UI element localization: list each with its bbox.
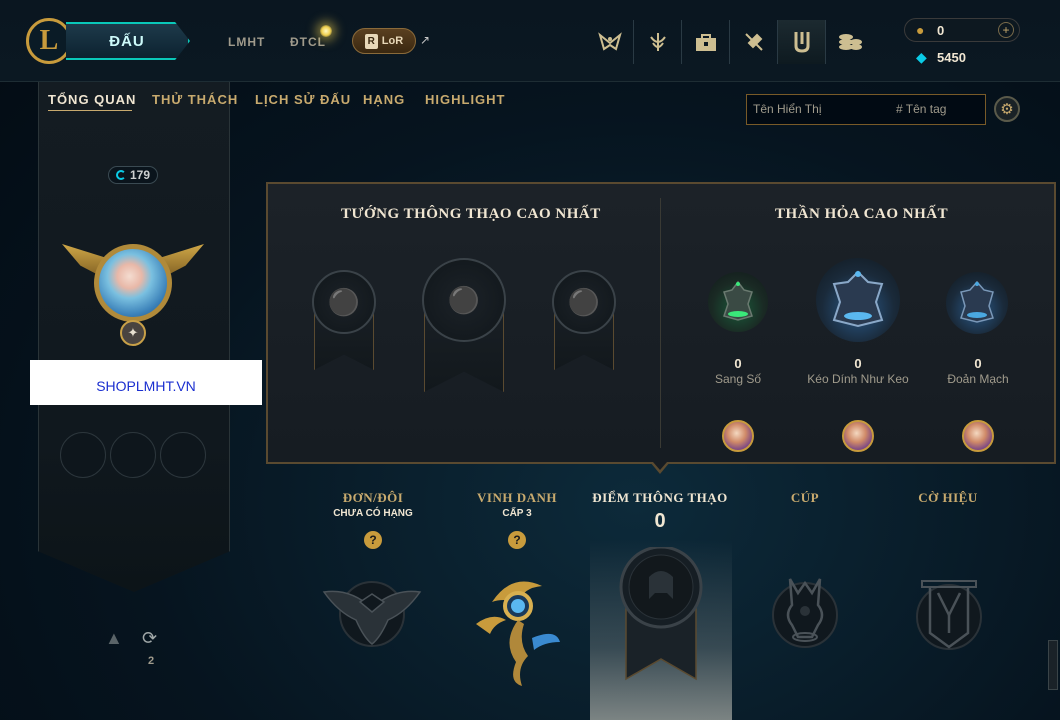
settings-gear-icon[interactable]: ⚙ xyxy=(994,96,1020,122)
blue-essence-value: 5450 xyxy=(937,50,966,65)
token-slot-2[interactable] xyxy=(110,432,156,478)
top-eternals-title: THẦN HỎA CAO NHẤT xyxy=(775,206,949,222)
helmet-icon: ⚫ xyxy=(567,286,601,317)
tab-overview[interactable]: TỔNG QUAN xyxy=(48,92,136,107)
eternal-trophy-1-icon[interactable] xyxy=(708,272,768,332)
tab-ranked[interactable]: HẠNG xyxy=(363,92,405,107)
riot-points-icon: ● xyxy=(916,22,925,38)
scrollbar[interactable] xyxy=(1048,640,1058,690)
mastery-score-title[interactable]: ĐIỂM THÔNG THẠO xyxy=(590,490,730,506)
summoner-level: 179 xyxy=(129,168,151,182)
play-button[interactable]: ĐẤU xyxy=(66,22,190,60)
token-slot-3[interactable] xyxy=(160,432,206,478)
watermark-text: SHOPLMHT.VN xyxy=(96,377,196,394)
banner-emblem-icon[interactable] xyxy=(916,575,982,653)
honor-title[interactable]: VINH DANH xyxy=(447,490,587,506)
lor-icon: R xyxy=(364,33,378,49)
league-logo-icon[interactable]: L xyxy=(26,18,72,64)
helmet-icon: ⚫ xyxy=(447,284,481,315)
blue-essence-icon: ◆ xyxy=(916,49,927,65)
border-emblem-icon: ✦ xyxy=(120,320,146,346)
external-link-icon[interactable]: ↗ xyxy=(420,33,430,47)
ranked-question-icon[interactable]: ? xyxy=(364,531,382,549)
mastery-slot-center[interactable]: ⚫ xyxy=(422,258,506,342)
avatar-icon xyxy=(94,244,172,322)
chevron-up-icon[interactable]: ▲ xyxy=(105,628,123,649)
eternal-2-value: 0 xyxy=(854,356,862,371)
eternal-3-label: Đoản Mạch xyxy=(947,372,1009,386)
crafting-icon[interactable] xyxy=(730,20,778,64)
mastery-slot-left[interactable]: ⚫ xyxy=(312,270,376,334)
store-icon[interactable] xyxy=(682,20,730,64)
cup-emblem-icon[interactable] xyxy=(770,575,840,650)
mastery-score-emblem-icon[interactable] xyxy=(618,547,704,683)
mastery-score-value: 0 xyxy=(654,510,666,532)
honor-emblem-icon[interactable] xyxy=(472,572,564,690)
eternal-2-label: Kéo Dính Như Keo xyxy=(807,372,909,386)
lor-label: LoR xyxy=(381,35,404,47)
ranked-status: CHƯA CÓ HẠNG xyxy=(333,508,413,519)
tab-challenges[interactable]: THỬ THÁCH xyxy=(152,92,238,107)
buy-rp-button[interactable]: + xyxy=(998,22,1014,38)
reroll-count: 2 xyxy=(148,655,155,667)
nav-lmht[interactable]: LMHT xyxy=(228,35,265,49)
helmet-icon: ⚫ xyxy=(327,286,361,317)
active-tab-underline xyxy=(48,110,132,111)
honor-question-icon[interactable]: ? xyxy=(508,531,526,549)
eternal-trophy-2-icon[interactable] xyxy=(816,258,900,342)
collection-icon[interactable] xyxy=(778,20,826,64)
nav-dtcl[interactable]: ĐTCL xyxy=(290,35,326,49)
eternal-champion-3-avatar[interactable] xyxy=(962,420,994,452)
cup-title[interactable]: CÚP xyxy=(735,490,875,506)
eternal-champion-2-avatar[interactable] xyxy=(842,420,874,452)
highlights-panel xyxy=(266,182,1056,464)
banner-title[interactable]: CỜ HIỆU xyxy=(878,490,1018,506)
reroll-icon[interactable]: ⟳ xyxy=(142,628,157,649)
watermark-box: SHOPLMHT.VN xyxy=(30,360,262,405)
token-slot-1[interactable] xyxy=(60,432,106,478)
honor-level: CẤP 3 xyxy=(502,508,532,519)
profile-avatar[interactable]: ✦ xyxy=(62,236,204,354)
eternal-3-value: 0 xyxy=(974,356,982,371)
eternal-champion-1-avatar[interactable] xyxy=(722,420,754,452)
summoner-level-badge: 179 xyxy=(108,166,158,184)
mastery-slot-right[interactable]: ⚫ xyxy=(552,270,616,334)
lor-button[interactable]: R LoR xyxy=(352,28,416,54)
unranked-emblem-icon[interactable] xyxy=(320,578,424,650)
panel-divider xyxy=(660,198,661,448)
tab-highlights[interactable]: HIGHLIGHT xyxy=(425,92,506,107)
level-progress-icon xyxy=(115,170,126,180)
top-icon-group xyxy=(586,20,874,64)
display-name-field[interactable]: Tên Hiển Thị xyxy=(753,102,821,116)
eternal-trophy-3-icon[interactable] xyxy=(946,272,1008,334)
ranked-solo-duo-title[interactable]: ĐƠN/ĐÔI xyxy=(303,490,443,506)
mastery-icon[interactable] xyxy=(634,20,682,64)
riot-points-value: 0 xyxy=(937,23,945,38)
top-mastery-title: TƯỚNG THÔNG THẠO CAO NHẤT xyxy=(341,206,601,222)
loot-icon[interactable] xyxy=(826,20,874,64)
eternal-1-value: 0 xyxy=(734,356,742,371)
logo-letter: L xyxy=(39,25,59,56)
tagline-field[interactable]: # Tên tag xyxy=(896,102,946,116)
tab-match-history[interactable]: LỊCH SỬ ĐẤU xyxy=(255,92,351,107)
eternal-1-label: Sang Số xyxy=(714,372,762,386)
notification-glow-icon xyxy=(320,25,332,37)
clash-icon[interactable] xyxy=(586,20,634,64)
